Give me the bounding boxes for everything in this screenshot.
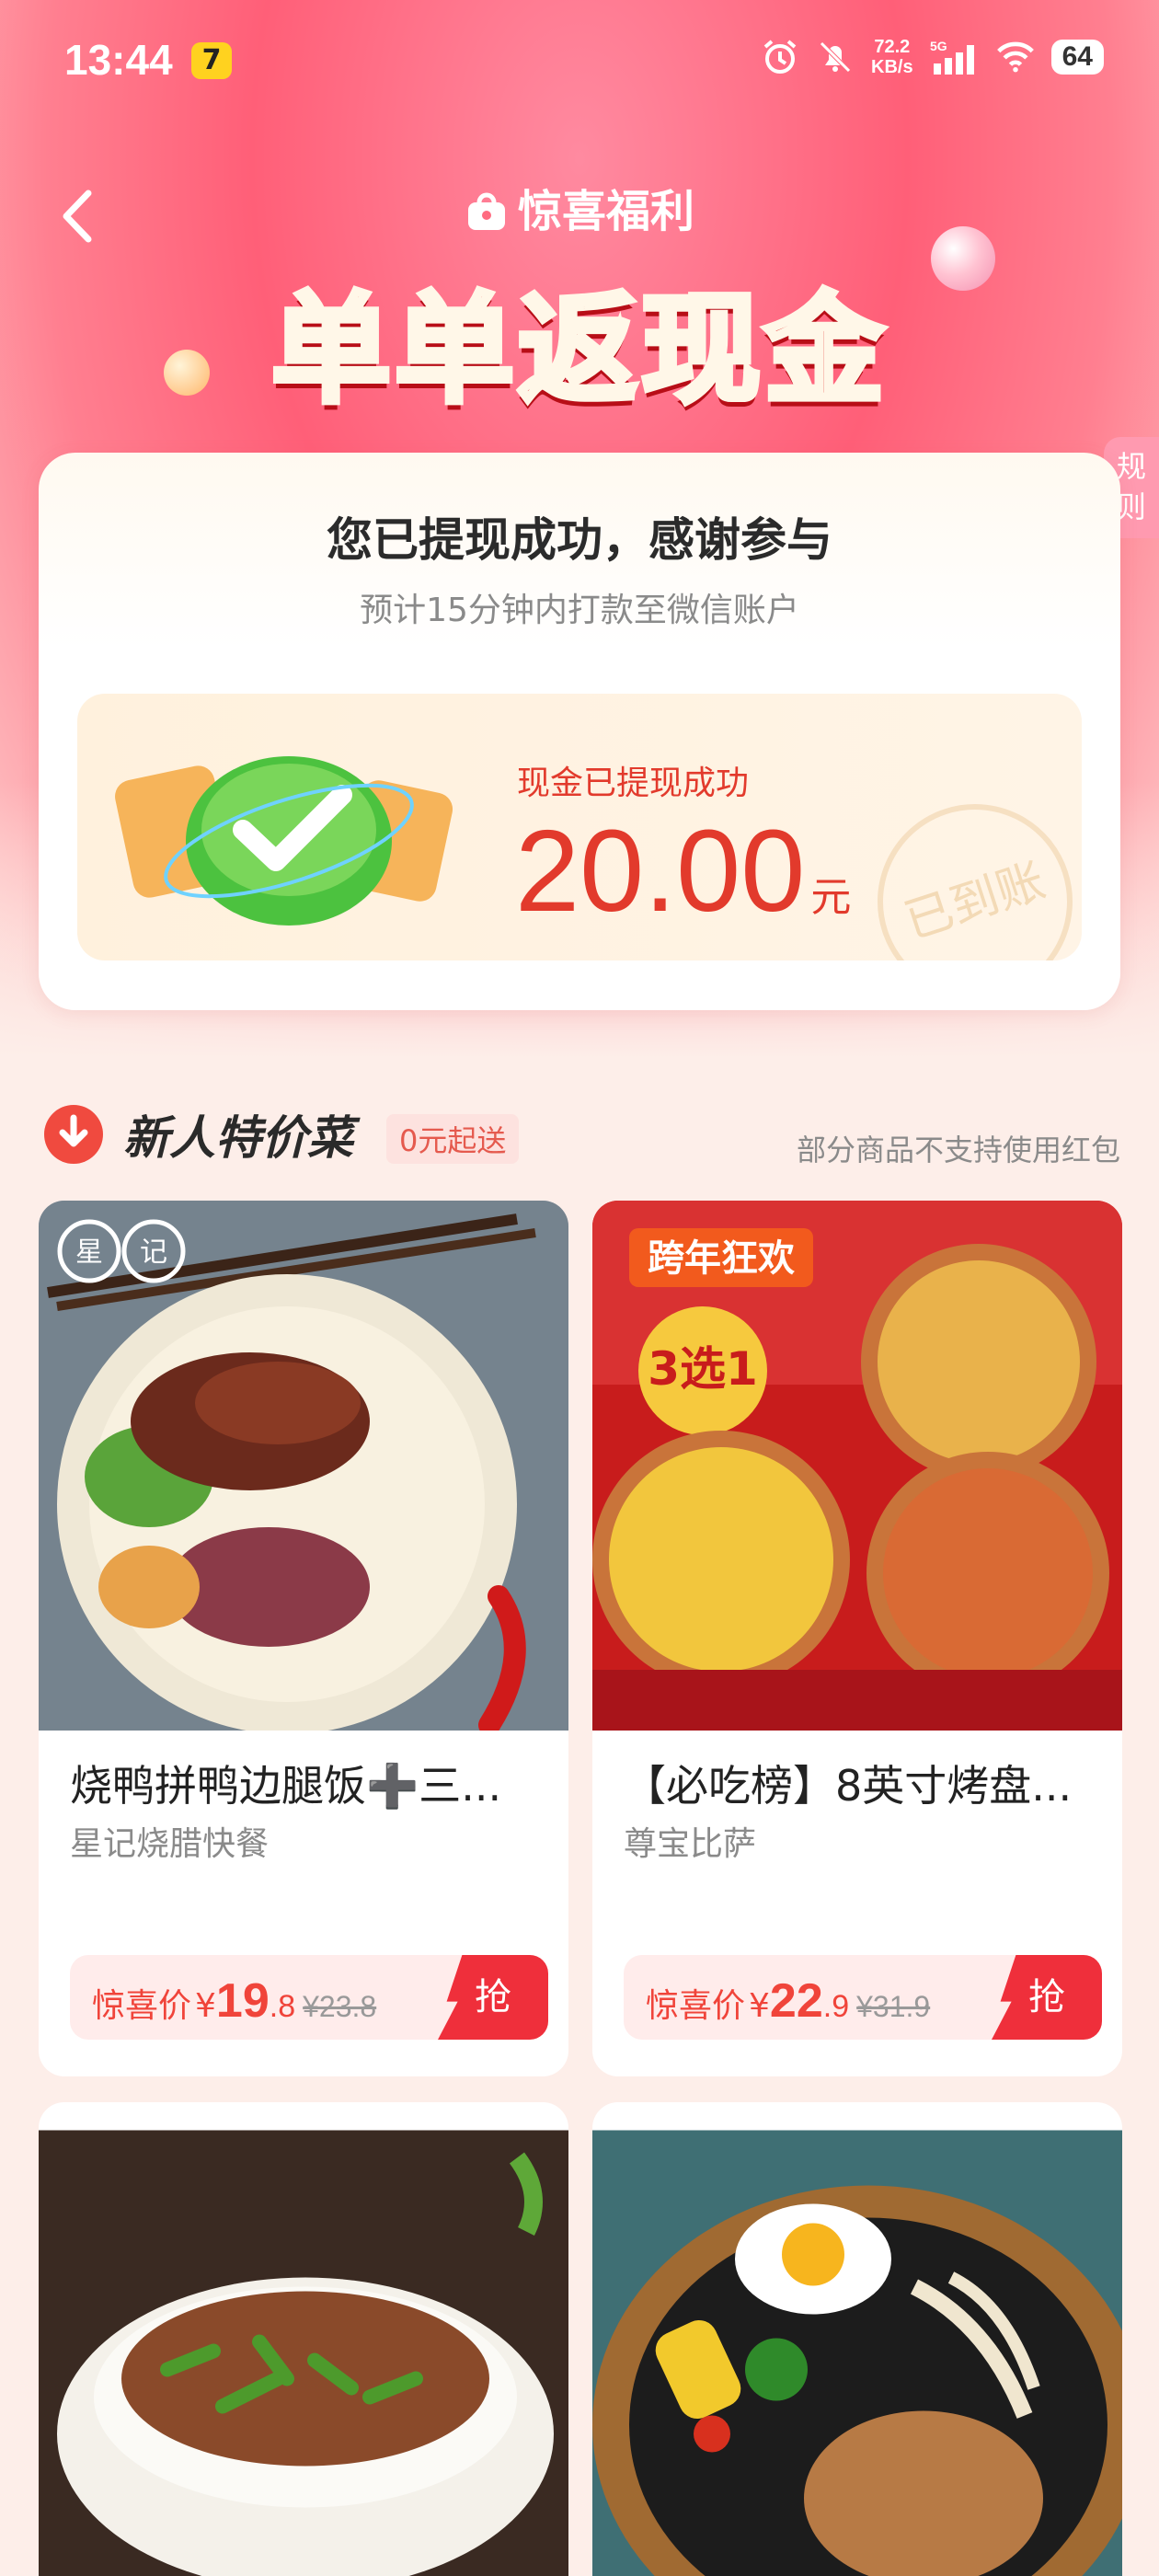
price-bar: 惊喜价 ¥22.9 ¥31.9 抢 xyxy=(624,1955,1102,2040)
product-name: 【必吃榜】8英寸烤盘... xyxy=(624,1761,1073,1811)
promo-badge-text: 3选1 xyxy=(648,1342,758,1396)
product-name: 烧鸭拼鸭边腿饭➕三... xyxy=(70,1761,502,1811)
success-title: 您已提现成功，感谢参与 xyxy=(327,513,832,567)
product-card[interactable]: 跨年狂欢 3选1 【必吃榜】8英寸烤盘... 尊宝比萨 惊喜价 ¥22.9 ¥31.… xyxy=(592,1201,1122,2076)
shop-name: 星记烧腊快餐 xyxy=(70,1825,270,1863)
steak-plate-image xyxy=(592,2130,1122,2576)
free-delivery-pill: 0元起送 xyxy=(386,1114,520,1164)
alarm-icon xyxy=(761,38,799,76)
promo-banner-text: 跨年狂欢 xyxy=(648,1237,795,1280)
status-bar: 13:44 7 72.2 KB/s 5G 64 xyxy=(0,0,1159,120)
product-card[interactable]: 星 记 烧鸭拼鸭边腿饭➕三... 星记烧腊快餐 惊喜价 ¥19.8 ¥23.8 抢 xyxy=(39,1201,568,2076)
section-title: 新人特价菜 xyxy=(123,1111,353,1165)
battery-indicator: 64 xyxy=(1050,40,1104,75)
grab-button[interactable]: 抢 xyxy=(992,1955,1102,2040)
download-arrow-icon xyxy=(44,1105,103,1164)
page-subtitle: 惊喜福利 xyxy=(0,175,1159,239)
cash-box: 现金已提现成功 20.00 元 已到账 xyxy=(77,694,1082,960)
price: 惊喜价 ¥19.8 ¥23.8 xyxy=(92,1974,377,2028)
grab-button[interactable]: 抢 xyxy=(438,1955,548,2040)
gift-bag-icon xyxy=(465,191,509,232)
cash-amount: 20.00 元 xyxy=(515,806,852,936)
status-icons: 72.2 KB/s 5G 64 xyxy=(761,37,1104,77)
logo-char-1: 星 xyxy=(75,1236,103,1269)
withdraw-success-card: 您已提现成功，感谢参与 预计15分钟内打款至微信账户 现金已提现成功 20.00… xyxy=(39,453,1120,1010)
logo-char-2: 记 xyxy=(140,1236,167,1269)
wechat-cash-illustration xyxy=(105,721,464,933)
app-notification-badge: 7 xyxy=(191,42,232,79)
newcomer-deals-header: 新人特价菜 0元起送 部分商品不支持使用红包 xyxy=(39,1099,1120,1173)
price-bar: 惊喜价 ¥19.8 ¥23.8 抢 xyxy=(70,1955,548,2040)
cash-label: 现金已提现成功 xyxy=(517,765,750,802)
received-stamp: 已到账 xyxy=(852,778,1082,960)
pizza-image: 跨年狂欢 3选1 xyxy=(592,1201,1122,1731)
roast-duck-rice-image: 星 记 xyxy=(39,1201,568,1731)
product-card[interactable] xyxy=(592,2102,1122,2576)
price: 惊喜价 ¥22.9 ¥31.9 xyxy=(646,1974,931,2028)
mute-bell-icon xyxy=(816,38,855,76)
wifi-icon xyxy=(996,38,1035,76)
stir-fry-beef-image xyxy=(39,2130,568,2576)
clock: 13:44 xyxy=(64,36,173,84)
success-subtitle: 预计15分钟内打款至微信账户 xyxy=(360,592,799,629)
section-note: 部分商品不支持使用红包 xyxy=(796,1133,1120,1167)
network-speed: 72.2 KB/s xyxy=(871,37,913,77)
svg-text:5G: 5G xyxy=(930,39,947,53)
page-title: 单单返现金 xyxy=(269,277,888,422)
shop-name: 尊宝比萨 xyxy=(624,1825,757,1863)
cellular-signal-icon: 5G xyxy=(930,38,980,76)
product-card[interactable] xyxy=(39,2102,568,2576)
